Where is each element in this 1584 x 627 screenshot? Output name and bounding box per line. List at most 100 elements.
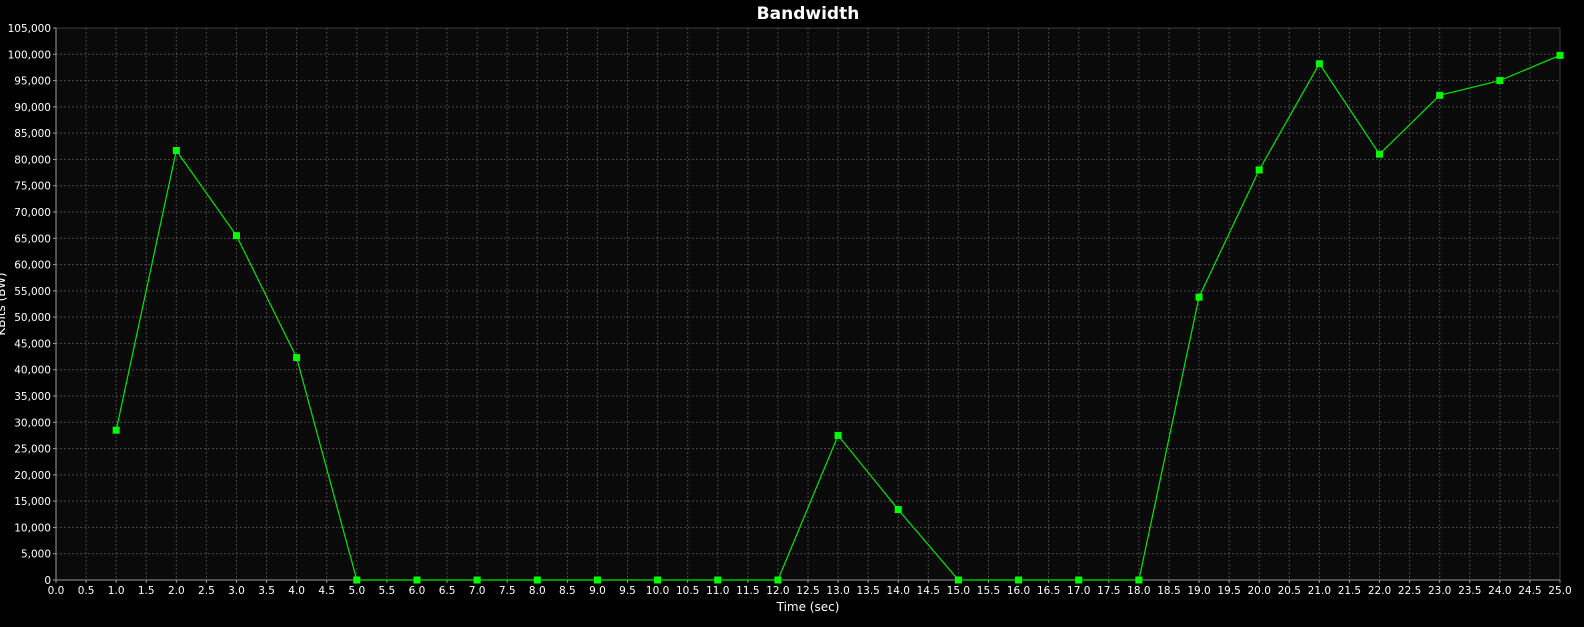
data-point [232, 232, 240, 240]
x-tick-label: 20.0 [1248, 585, 1271, 597]
data-point [834, 431, 842, 439]
x-axis-ticks: 0.0 0.5 1.0 1.5 2.0 2.5 3.0 3.5 4.0 4.5 5.0 5.5 6.0 6… [48, 580, 1572, 597]
y-tick-label: 75,000 [14, 181, 51, 193]
y-tick-label: 35,000 [14, 391, 51, 403]
data-point [654, 576, 662, 584]
y-tick-label: 40,000 [14, 365, 51, 377]
x-tick-label: 1.0 [108, 585, 125, 597]
x-tick-label: 2.0 [168, 585, 185, 597]
x-tick-label: 7.5 [499, 585, 516, 597]
x-tick-label: 24.5 [1518, 585, 1541, 597]
x-tick-label: 19.0 [1187, 585, 1210, 597]
x-tick-label: 5.0 [348, 585, 365, 597]
x-tick-label: 25.0 [1548, 585, 1571, 597]
data-point [1556, 51, 1564, 59]
y-tick-label: 100,000 [8, 49, 51, 61]
x-tick-label: 3.0 [228, 585, 245, 597]
y-tick-label: 0 [44, 575, 51, 587]
y-tick-label: 90,000 [14, 102, 51, 114]
x-tick-label: 1.5 [138, 585, 155, 597]
data-point [533, 576, 541, 584]
x-tick-label: 9.0 [589, 585, 606, 597]
x-tick-label: 11.0 [706, 585, 729, 597]
x-axis-label: Time (sec) [776, 600, 840, 614]
x-tick-label: 10.0 [646, 585, 669, 597]
x-tick-label: 24.0 [1488, 585, 1511, 597]
chart-svg: 0.0 0.5 1.0 1.5 2.0 2.5 3.0 3.5 4.0 4.5 5.0 5.5 6.0 6… [0, 4, 1572, 614]
data-point [413, 576, 421, 584]
x-tick-label: 22.0 [1368, 585, 1391, 597]
x-tick-label: 17.5 [1097, 585, 1120, 597]
data-point [1315, 60, 1323, 68]
x-tick-label: 13.5 [856, 585, 879, 597]
data-point [293, 354, 301, 362]
x-tick-label: 4.5 [318, 585, 335, 597]
y-tick-label: 30,000 [14, 417, 51, 429]
x-tick-label: 15.5 [977, 585, 1000, 597]
data-point [1496, 77, 1504, 85]
x-tick-label: 6.0 [409, 585, 426, 597]
x-tick-label: 8.5 [559, 585, 576, 597]
x-tick-label: 14.0 [887, 585, 910, 597]
x-tick-label: 4.0 [288, 585, 305, 597]
x-tick-label: 23.0 [1428, 585, 1451, 597]
data-point [1015, 576, 1023, 584]
data-point [172, 146, 180, 154]
x-tick-label: 21.0 [1308, 585, 1331, 597]
x-tick-label: 18.5 [1157, 585, 1180, 597]
x-tick-label: 12.0 [766, 585, 789, 597]
x-tick-label: 9.5 [619, 585, 636, 597]
y-tick-label: 105,000 [8, 23, 51, 35]
x-tick-label: 3.5 [258, 585, 275, 597]
y-tick-label: 5,000 [21, 549, 51, 561]
data-point [1255, 166, 1263, 174]
y-tick-label: 50,000 [14, 312, 51, 324]
y-tick-label: 25,000 [14, 444, 51, 456]
x-tick-label: 21.5 [1338, 585, 1361, 597]
data-point [353, 576, 361, 584]
x-tick-label: 5.5 [379, 585, 396, 597]
y-tick-label: 65,000 [14, 233, 51, 245]
data-point [1135, 576, 1143, 584]
y-axis-label: KBits (BW) [0, 272, 8, 335]
x-tick-label: 19.5 [1217, 585, 1240, 597]
x-tick-label: 11.5 [736, 585, 759, 597]
y-tick-label: 10,000 [14, 522, 51, 534]
y-axis-ticks: 0 5,000 10,000 15,000 20,000 25,000 30,000 35,0… [8, 23, 56, 587]
x-tick-label: 0.5 [78, 585, 95, 597]
data-point [473, 576, 481, 584]
y-tick-label: 95,000 [14, 76, 51, 88]
x-tick-label: 10.5 [676, 585, 699, 597]
x-tick-label: 7.0 [469, 585, 486, 597]
data-point [1436, 91, 1444, 99]
x-tick-label: 2.5 [198, 585, 215, 597]
y-tick-label: 45,000 [14, 338, 51, 350]
x-tick-label: 8.0 [529, 585, 546, 597]
x-tick-label: 14.5 [917, 585, 940, 597]
y-tick-label: 85,000 [14, 128, 51, 140]
x-tick-label: 22.5 [1398, 585, 1421, 597]
data-point [112, 426, 120, 434]
y-tick-label: 15,000 [14, 496, 51, 508]
data-point [593, 576, 601, 584]
data-point [1195, 293, 1203, 301]
data-point [714, 576, 722, 584]
chart-title: Bandwidth [757, 4, 860, 24]
x-tick-label: 18.0 [1127, 585, 1150, 597]
y-tick-label: 60,000 [14, 260, 51, 272]
data-point [894, 506, 902, 514]
bandwidth-chart: 0.0 0.5 1.0 1.5 2.0 2.5 3.0 3.5 4.0 4.5 5.0 5.5 6.0 6… [0, 0, 1584, 627]
y-tick-label: 70,000 [14, 207, 51, 219]
x-tick-label: 23.5 [1458, 585, 1481, 597]
x-tick-label: 20.5 [1278, 585, 1301, 597]
y-tick-label: 80,000 [14, 154, 51, 166]
data-point [774, 576, 782, 584]
x-tick-label: 12.5 [796, 585, 819, 597]
y-tick-label: 55,000 [14, 286, 51, 298]
data-point [954, 576, 962, 584]
x-tick-label: 15.0 [947, 585, 970, 597]
x-tick-label: 6.5 [439, 585, 456, 597]
data-point [1075, 576, 1083, 584]
x-tick-label: 13.0 [826, 585, 849, 597]
x-tick-label: 16.0 [1007, 585, 1030, 597]
